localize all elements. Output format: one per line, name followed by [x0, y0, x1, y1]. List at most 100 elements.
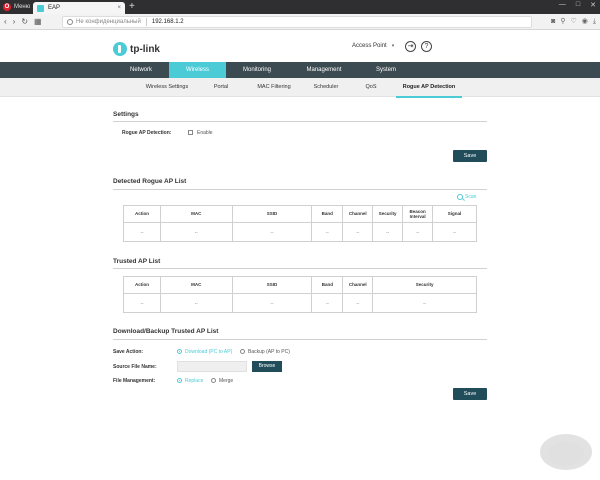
tab-close-icon[interactable]: ×	[117, 5, 121, 11]
backup-option-label: Backup (AP to PC)	[248, 349, 290, 355]
table-header-row: Action MAC SSID Band Channel Security	[123, 276, 477, 294]
heart-icon[interactable]: ♡	[571, 17, 577, 27]
url-input[interactable]: Не конфиденциальный 192.168.1.2	[62, 16, 532, 28]
nav-network[interactable]: Network	[113, 62, 169, 78]
tab-scheduler[interactable]: Scheduler	[306, 78, 346, 97]
nav-wireless[interactable]: Wireless	[169, 62, 226, 78]
table-cell: --	[311, 293, 344, 313]
reload-icon[interactable]: ↻	[21, 17, 28, 27]
tp-link-logo: tp-link	[113, 42, 160, 56]
browser-tab-bar: O Меню EAP × + — □ ✕	[0, 0, 600, 14]
logout-icon[interactable]: ⇥	[405, 41, 416, 52]
download-icon[interactable]: ⤓	[593, 17, 596, 27]
rogue-ap-label: Rogue AP Detection:	[122, 130, 172, 136]
table-cell: --	[342, 222, 374, 242]
favicon-icon	[37, 4, 44, 12]
section-divider	[113, 339, 487, 340]
main-nav: Network Wireless Monitoring Management S…	[0, 62, 600, 78]
browser-tab[interactable]: EAP ×	[33, 2, 125, 14]
enable-label: Enable	[197, 130, 213, 136]
browser-menu-button[interactable]: O Меню	[3, 2, 30, 12]
url-divider	[145, 18, 147, 26]
maximize-icon[interactable]: □	[576, 1, 580, 9]
col-band: Band	[311, 205, 344, 223]
window-controls: — □ ✕	[559, 1, 596, 9]
chevron-down-icon: ▾	[391, 43, 395, 49]
save-action-label: Save Action:	[113, 349, 144, 355]
minimize-icon[interactable]: —	[559, 1, 566, 9]
table-row: -- -- -- -- -- --	[123, 293, 477, 313]
table-cell: --	[159, 222, 233, 242]
address-bar-icons: ◙ ⚲ ♡ ◉ ⤓	[551, 17, 596, 27]
tab-wireless-settings[interactable]: Wireless Settings	[138, 78, 196, 97]
col-channel: Channel	[342, 205, 374, 223]
col-security: Security	[372, 205, 404, 223]
col-channel: Channel	[342, 276, 374, 294]
url-text[interactable]: 192.168.1.2	[152, 19, 184, 25]
merge-option-label: Merge	[219, 378, 234, 384]
section-divider	[113, 268, 487, 269]
logo-text: tp-link	[130, 43, 160, 55]
opera-logo-icon: O	[3, 3, 11, 11]
help-icon[interactable]: ?	[421, 41, 432, 52]
navigation-buttons: ‹ › ↻ ▦	[4, 17, 42, 27]
globe-icon	[67, 19, 73, 25]
new-tab-button[interactable]: +	[129, 1, 135, 13]
table-cell: --	[372, 222, 404, 242]
tab-rogue-ap-detection[interactable]: Rogue AP Detection	[396, 78, 462, 97]
col-action: Action	[123, 276, 161, 294]
backup-radio[interactable]	[240, 349, 245, 354]
download-save-button[interactable]: Save	[453, 388, 487, 400]
table-cell: --	[342, 293, 374, 313]
replace-option-label: Replace	[185, 378, 204, 384]
scan-label: Scan	[465, 194, 477, 200]
download-radio[interactable]	[177, 349, 182, 354]
camera-icon[interactable]: ◙	[551, 17, 555, 27]
col-action: Action	[123, 205, 161, 223]
col-ssid: SSID	[231, 276, 313, 294]
tab-qos[interactable]: QoS	[356, 78, 386, 97]
security-status[interactable]: Не конфиденциальный	[76, 19, 141, 25]
vpn-icon[interactable]: ◉	[582, 17, 588, 27]
col-mac: MAC	[159, 205, 233, 223]
tab-title: EAP	[48, 5, 61, 11]
active-tab-indicator	[396, 96, 462, 98]
back-icon[interactable]: ‹	[4, 17, 7, 27]
col-signal: Signal	[432, 205, 477, 223]
col-beacon-interval: Beacon Interval	[402, 205, 434, 223]
search-icon	[457, 194, 463, 200]
file-management-label: File Management:	[113, 378, 156, 384]
section-divider	[113, 189, 487, 190]
mode-value: Access Point	[352, 43, 387, 49]
source-file-field[interactable]	[177, 361, 247, 372]
enable-checkbox[interactable]	[188, 130, 193, 135]
replace-radio[interactable]	[177, 378, 182, 383]
speed-dial-icon[interactable]: ▦	[34, 17, 42, 27]
tab-portal[interactable]: Portal	[206, 78, 236, 97]
detected-ap-table: Action MAC SSID Band Channel Security Be…	[123, 205, 477, 242]
table-cell: --	[231, 293, 313, 313]
forward-icon[interactable]: ›	[13, 17, 16, 27]
site-watermark-logo	[540, 434, 592, 470]
mode-select[interactable]: Access Point ▾	[352, 43, 394, 49]
table-cell: --	[372, 293, 477, 313]
table-cell: --	[231, 222, 313, 242]
download-backup-title: Download/Backup Trusted AP List	[113, 328, 219, 335]
section-divider	[113, 121, 487, 122]
settings-save-button[interactable]: Save	[453, 150, 487, 162]
search-icon[interactable]: ⚲	[560, 17, 565, 27]
tp-link-logo-icon	[113, 42, 127, 56]
scan-button[interactable]: Scan	[457, 194, 476, 200]
nav-management[interactable]: Management	[288, 62, 360, 78]
table-cell: --	[123, 293, 161, 313]
browse-button[interactable]: Browse	[252, 361, 282, 372]
trusted-ap-table: Action MAC SSID Band Channel Security --…	[123, 276, 477, 313]
source-file-label: Source File Name:	[113, 364, 157, 370]
col-security: Security	[372, 276, 477, 294]
nav-system[interactable]: System	[360, 62, 412, 78]
merge-radio[interactable]	[211, 378, 216, 383]
close-window-icon[interactable]: ✕	[590, 1, 596, 9]
sub-nav: Wireless Settings Portal MAC Filtering S…	[0, 78, 600, 97]
nav-monitoring[interactable]: Monitoring	[226, 62, 288, 78]
tab-mac-filtering[interactable]: MAC Filtering	[250, 78, 298, 97]
